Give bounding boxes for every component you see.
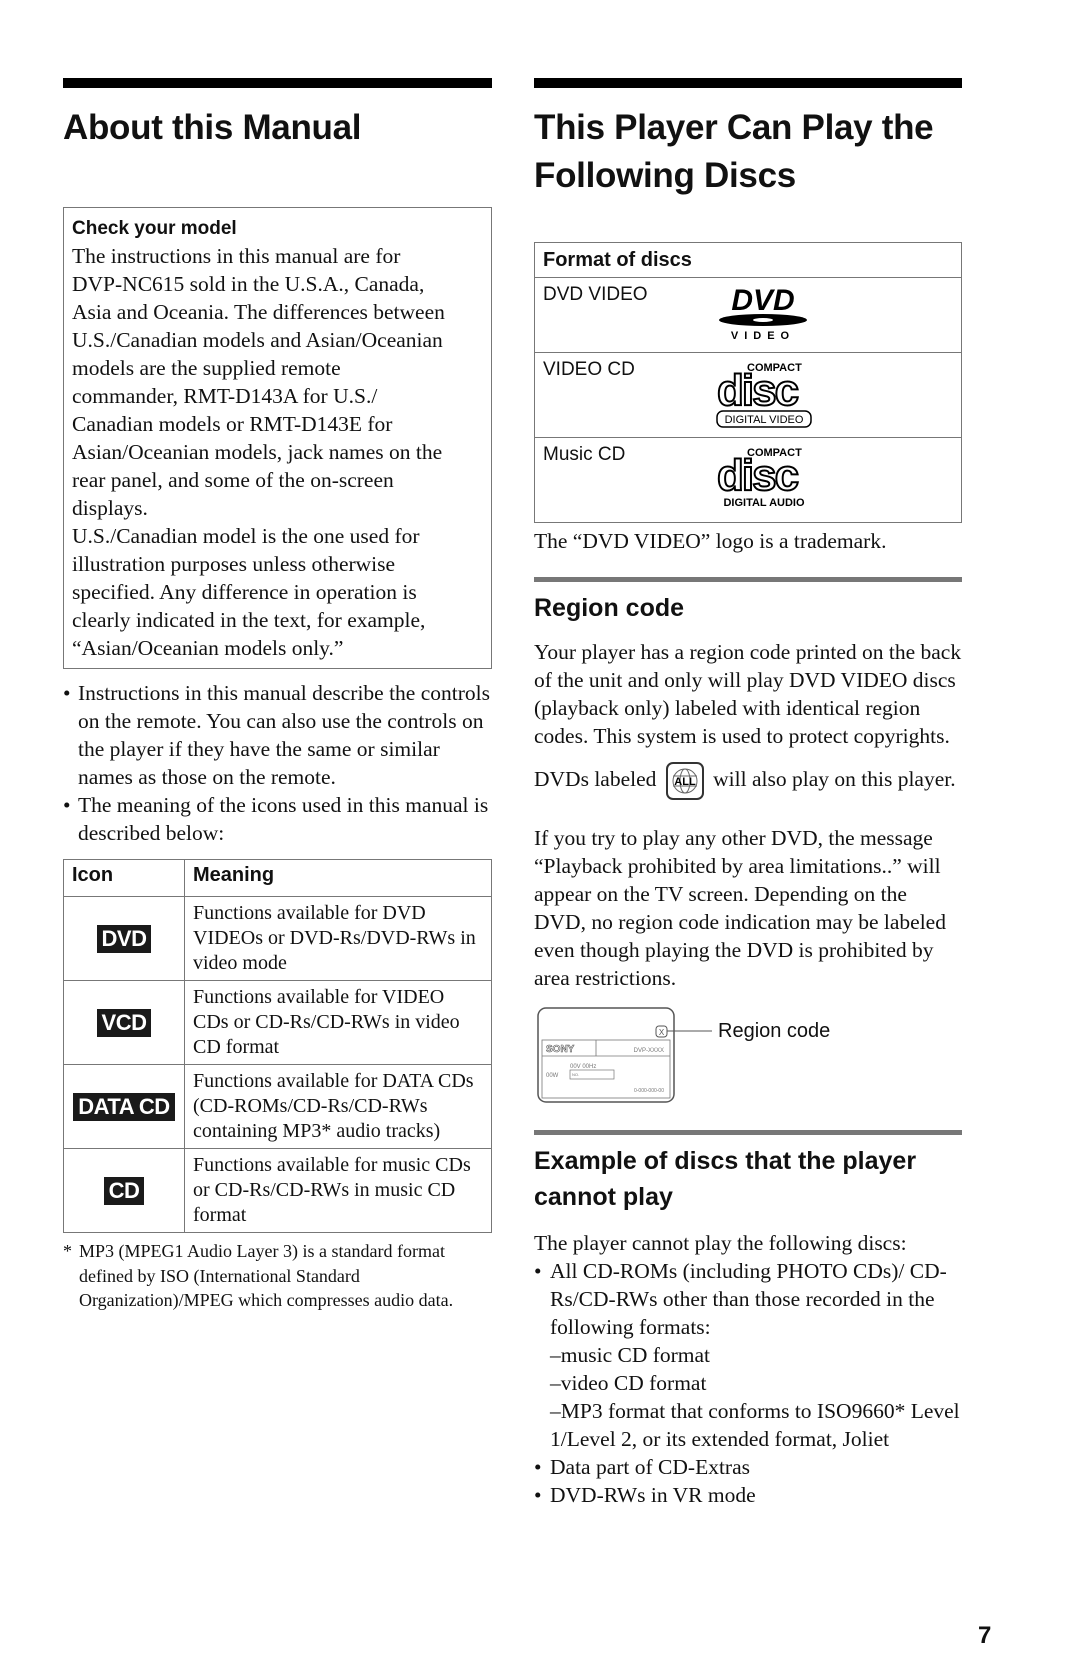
dvd-icon: DVD xyxy=(96,924,152,953)
formats-header: Format of discs xyxy=(534,242,962,278)
table-row: DATA CD Functions available for DATA CDs… xyxy=(63,1064,492,1149)
list-item: • Instructions in this manual describe th… xyxy=(63,681,490,789)
bullet-icon: • xyxy=(534,1259,542,1283)
rear-panel-label-illustration: X SONY DVP-XXXX 00V 00Hz 00W NO. 0-000-0… xyxy=(537,1007,830,1103)
table-row: CD Functions available for music CDs or … xyxy=(63,1148,492,1233)
text-line: commander, RMT-D143A for U.S./ xyxy=(72,384,378,408)
text-line: clearly indicated in the text, for examp… xyxy=(72,608,426,632)
data-cd-icon: DATA CD xyxy=(73,1092,175,1121)
disc-formats-table: Format of discs DVD VIDEO DVD VIDEO VIDE xyxy=(534,242,962,523)
page-title-about-manual: About this Manual xyxy=(63,108,362,147)
table-row: DVD VIDEO DVD VIDEO xyxy=(534,277,962,353)
text-line: U.S./Canadian models and Asian/Oceanian xyxy=(72,328,443,352)
sub-item: –music CD format xyxy=(550,1343,711,1367)
table-row: VCD Functions available for VIDEO CDs or… xyxy=(63,980,492,1065)
svg-text:00V 00Hz: 00V 00Hz xyxy=(570,1064,596,1070)
text-line: U.S./Canadian model is the one used for xyxy=(72,524,420,548)
text-line: Canadian models or RMT-D143E for xyxy=(72,412,393,436)
cannot-play-list: • All CD-ROMs (including PHOTO CDs)/ CD-… xyxy=(534,1257,962,1509)
section-divider xyxy=(534,577,962,582)
region-code-label-diagram: X SONY DVP-XXXX 00V 00Hz 00W NO. 0-000-0… xyxy=(534,1006,962,1106)
meaning-column-header: Meaning xyxy=(184,859,492,897)
table-header-row: Format of discs xyxy=(534,242,962,278)
region-all-globe-icon: ALL xyxy=(665,762,704,800)
svg-text:disc: disc xyxy=(717,366,799,415)
compact-disc-digital-video-logo: COMPACT disc DIGITAL VIDEO xyxy=(716,362,812,428)
cd-icon: CD xyxy=(103,1176,145,1205)
meaning-cell: Functions available for DATA CDs (CD-ROM… xyxy=(184,1064,492,1149)
svg-text:SONY: SONY xyxy=(546,1044,575,1055)
bullet-icon: • xyxy=(534,1483,542,1507)
meaning-cell: Functions available for DVD VIDEOs or DV… xyxy=(184,896,492,981)
format-name: DVD VIDEO xyxy=(543,284,648,305)
bullet-icon: • xyxy=(63,793,71,817)
text-line: Asia and Oceania. The differences betwee… xyxy=(72,300,445,324)
svg-text:DIGITAL VIDEO: DIGITAL VIDEO xyxy=(725,414,804,426)
region-warning-paragraph: If you try to play any other DVD, the me… xyxy=(534,826,946,990)
svg-text:ALL: ALL xyxy=(674,776,696,788)
region-code-heading: Region code xyxy=(534,594,685,622)
table-header-row: Icon Meaning xyxy=(63,859,492,897)
bullet-icon: • xyxy=(63,681,71,705)
section-top-rule xyxy=(63,78,492,88)
svg-text:0-000-000-00: 0-000-000-00 xyxy=(634,1088,664,1094)
svg-text:DVD: DVD xyxy=(731,284,794,317)
icon-column-header: Icon xyxy=(63,859,185,897)
bullet-icon: • xyxy=(534,1455,542,1479)
check-your-model-text: The instructions in this manual are for … xyxy=(72,242,483,662)
compact-disc-digital-audio-logo: COMPACT disc DIGITAL AUDIO xyxy=(716,447,805,509)
logo-sub: VIDEO xyxy=(731,330,795,342)
table-row: VIDEO CD COMPACT disc DIGITAL VIDEO xyxy=(534,352,962,438)
meaning-cell: Functions available for music CDs or CD-… xyxy=(184,1148,492,1233)
meaning-cell: Functions available for VIDEO CDs or CD-… xyxy=(184,980,492,1065)
region-code-paragraph: Your player has a region code printed on… xyxy=(534,640,962,748)
check-your-model-box: Check your model The instructions in thi… xyxy=(63,207,492,669)
mp3-footnote: * MP3 (MPEG1 Audio Layer 3) is a standar… xyxy=(63,1241,454,1310)
text-line: rear panel, and some of the on-screen xyxy=(72,468,394,492)
text-line: Asian/Oceanian models, jack names on the xyxy=(72,440,443,464)
list-item: • All CD-ROMs (including PHOTO CDs)/ CD-… xyxy=(534,1257,962,1453)
list-item: • The meaning of the icons used in this m… xyxy=(63,793,489,845)
svg-text:NO.: NO. xyxy=(572,1072,579,1077)
format-name: VIDEO CD xyxy=(543,359,635,380)
table-row: Music CD COMPACT disc DIGITAL AUDIO xyxy=(534,437,962,523)
dvd-video-logo: DVD VIDEO xyxy=(719,284,807,342)
footnote-marker: * xyxy=(63,1241,72,1261)
right-column: This Player Can Play the Following Discs… xyxy=(534,78,962,1509)
table-row: DVD Functions available for DVD VIDEOs o… xyxy=(63,896,492,981)
svg-text:X: X xyxy=(659,1028,665,1037)
format-name: Music CD xyxy=(543,444,626,465)
section-top-rule xyxy=(534,78,962,88)
region-code-callout: Region code xyxy=(718,1020,830,1042)
list-item: • Data part of CD-Extras xyxy=(534,1455,750,1479)
text-line: models are the supplied remote xyxy=(72,356,341,380)
list-item: • DVD-RWs in VR mode xyxy=(534,1483,756,1507)
section-divider xyxy=(534,1130,962,1135)
text-line: specified. Any difference in operation i… xyxy=(72,580,417,604)
text-line: “Asian/Oceanian models only.” xyxy=(72,636,344,660)
page-title-playable-discs: This Player Can Play the Following Discs xyxy=(534,108,934,195)
text-line: displays. xyxy=(72,496,148,520)
svg-text:DVP-XXXX: DVP-XXXX xyxy=(634,1048,664,1054)
vcd-icon: VCD xyxy=(96,1008,152,1037)
left-column: About this Manual Check your model The i… xyxy=(63,78,492,1313)
text-line: DVP-NC615 sold in the U.S.A., Canada, xyxy=(72,272,425,296)
text-line: The instructions in this manual are for xyxy=(72,244,401,268)
page-number: 7 xyxy=(978,1622,992,1649)
sub-item: –MP3 format that conforms to ISO9660* Le… xyxy=(550,1399,960,1451)
cannot-play-intro: The player cannot play the following dis… xyxy=(534,1231,907,1255)
svg-text:DIGITAL AUDIO: DIGITAL AUDIO xyxy=(723,497,805,509)
trademark-note: The “DVD VIDEO” logo is a trademark. xyxy=(534,529,887,553)
svg-text:00W: 00W xyxy=(546,1073,559,1079)
text-line: illustration purposes unless otherwise xyxy=(72,552,396,576)
manual-notes-list: • Instructions in this manual describe th… xyxy=(63,679,492,847)
svg-text:disc: disc xyxy=(717,451,799,500)
cannot-play-heading: Example of discs that the player cannot … xyxy=(534,1147,917,1211)
icon-meaning-table: Icon Meaning DVD Functions available for… xyxy=(63,859,492,1233)
check-your-model-title: Check your model xyxy=(72,218,237,239)
region-all-paragraph: DVDs labeled ALL will also play on this … xyxy=(534,762,962,800)
sub-item: –video CD format xyxy=(550,1371,707,1395)
